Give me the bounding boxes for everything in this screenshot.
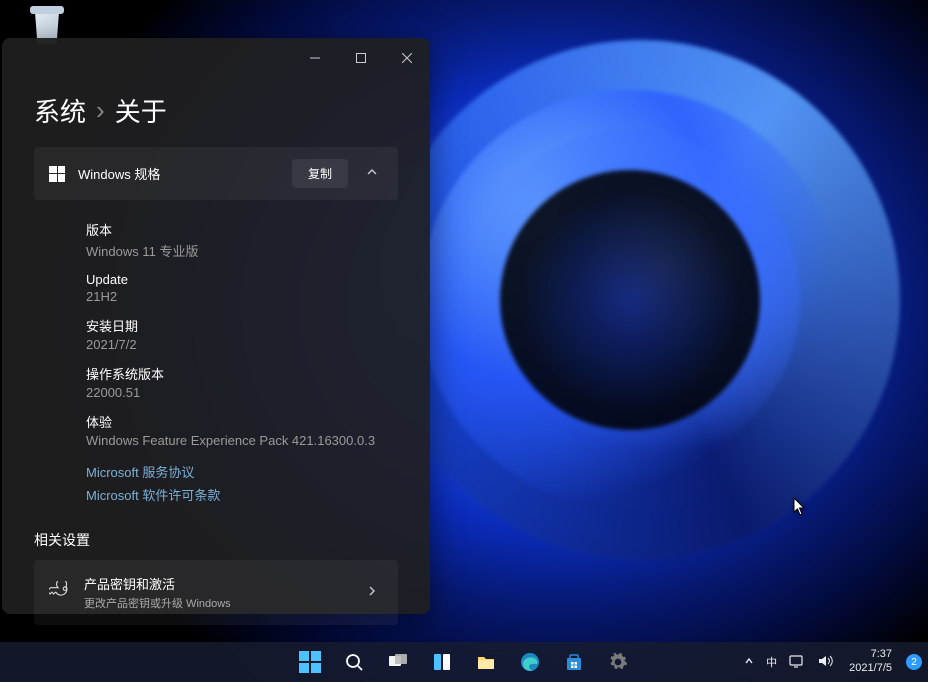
minimize-button[interactable] [292, 42, 338, 74]
service-agreement-link[interactable]: Microsoft 服务协议 [86, 460, 386, 483]
settings-button[interactable] [600, 644, 636, 680]
store-button[interactable] [556, 644, 592, 680]
chevron-right-icon: › [96, 95, 105, 126]
spec-label: Update [86, 266, 386, 287]
windows-spec-title: Windows 规格 [78, 164, 280, 183]
system-tray: 中 7:37 2021/7/5 2 [742, 642, 922, 682]
license-terms-link[interactable]: Microsoft 软件许可条款 [86, 483, 386, 506]
clock-date: 2021/7/5 [849, 662, 892, 676]
network-icon[interactable] [787, 654, 807, 671]
taskbar: 中 7:37 2021/7/5 2 [0, 642, 928, 682]
spec-value: 21H2 [86, 287, 386, 308]
close-button[interactable] [384, 42, 430, 74]
product-key-activation-item[interactable]: 产品密钥和激活 更改产品密钥或升级 Windows [34, 560, 398, 625]
spec-value: Windows 11 专业版 [86, 239, 386, 264]
taskbar-clock[interactable]: 7:37 2021/7/5 [843, 648, 898, 676]
breadcrumb-root[interactable]: 系统 [34, 92, 86, 129]
copy-button[interactable]: 复制 [292, 159, 348, 188]
search-button[interactable] [336, 644, 372, 680]
windows-spec-card: Windows 规格 复制 [34, 147, 398, 200]
breadcrumb-current: 关于 [115, 92, 167, 129]
spec-list: 版本Windows 11 专业版 Update21H2 安装日期2021/7/2… [2, 210, 430, 452]
spec-value: 22000.51 [86, 383, 386, 404]
spec-value: Windows Feature Experience Pack 421.1630… [86, 431, 386, 452]
activation-subtitle: 更改产品密钥或升级 Windows [84, 595, 346, 611]
key-icon [48, 581, 70, 604]
file-explorer-button[interactable] [468, 644, 504, 680]
spec-label: 安装日期 [86, 310, 386, 335]
widgets-button[interactable] [424, 644, 460, 680]
spec-label: 版本 [86, 214, 386, 239]
start-button[interactable] [292, 644, 328, 680]
related-settings-heading: 相关设置 [2, 506, 430, 560]
maximize-button[interactable] [338, 42, 384, 74]
ime-indicator[interactable]: 中 [764, 654, 779, 670]
volume-icon[interactable] [815, 654, 835, 671]
window-titlebar [2, 38, 430, 78]
settings-about-window: 系统 › 关于 Windows 规格 复制 版本Windows 11 专业版 U… [2, 38, 430, 614]
breadcrumb: 系统 › 关于 [2, 78, 430, 147]
spec-value: 2021/7/2 [86, 335, 386, 356]
edge-button[interactable] [512, 644, 548, 680]
chevron-up-icon[interactable] [360, 166, 384, 181]
spec-label: 操作系统版本 [86, 358, 386, 383]
windows-logo-icon [48, 166, 66, 182]
desktop[interactable]: 系统 › 关于 Windows 规格 复制 版本Windows 11 专业版 U… [0, 0, 928, 682]
tray-overflow-button[interactable] [742, 656, 756, 669]
spec-label: 体验 [86, 406, 386, 431]
clock-time: 7:37 [849, 648, 892, 662]
task-view-button[interactable] [380, 644, 416, 680]
spec-links: Microsoft 服务协议 Microsoft 软件许可条款 [2, 454, 430, 506]
activation-title: 产品密钥和激活 [84, 574, 346, 593]
notification-badge[interactable]: 2 [906, 654, 922, 670]
chevron-right-icon [360, 585, 384, 600]
